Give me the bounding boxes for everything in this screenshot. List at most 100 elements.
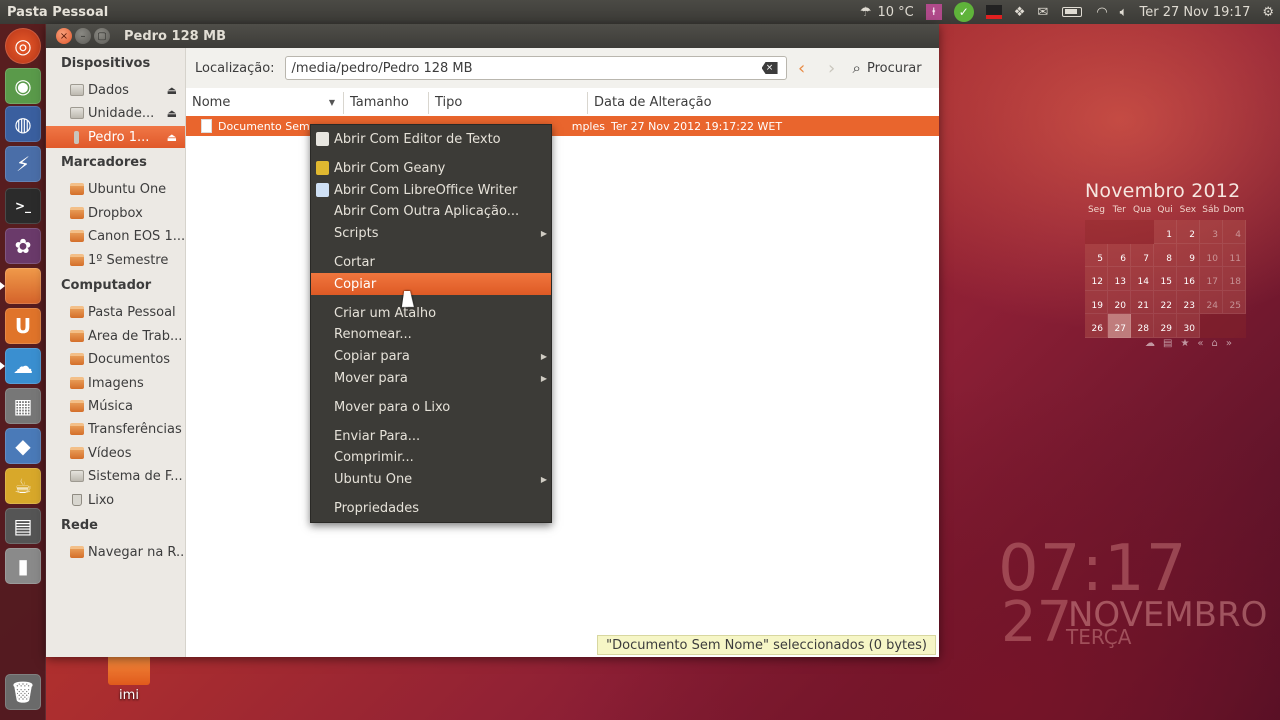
calendar-day[interactable]: 25: [1223, 290, 1246, 314]
location-input[interactable]: /media/pedro/Pedro 128 MB ×: [284, 56, 787, 80]
sidebar-item-documentos[interactable]: Documentos: [46, 348, 185, 370]
eject-icon[interactable]: ⏏: [167, 84, 177, 97]
sidebar-item-dropbox[interactable]: Dropbox: [46, 202, 185, 224]
menu-item-open-other-app[interactable]: Abrir Com Outra Aplicação...: [311, 200, 551, 222]
sidebar-item-dados[interactable]: Dados ⏏: [46, 79, 185, 101]
clock-indicator[interactable]: Ter 27 Nov 19:17: [1133, 0, 1256, 24]
wifi-icon[interactable]: ◠: [1090, 0, 1113, 24]
calendar-day[interactable]: 23: [1177, 290, 1200, 314]
recording-indicator-icon[interactable]: [985, 5, 1002, 19]
sidebar-item-area-de-trabalho[interactable]: Área de Trab...: [46, 325, 185, 347]
teapot-app-icon[interactable]: ☕: [5, 468, 41, 504]
sidebar-item-transferencias[interactable]: Transferências: [46, 418, 185, 440]
lightning-app-icon[interactable]: ⚡: [5, 146, 41, 182]
menu-item-open-libreoffice-writer[interactable]: Abrir Com LibreOffice Writer: [311, 179, 551, 201]
battery-icon[interactable]: [1062, 7, 1083, 17]
gear-icon[interactable]: ⚙: [1256, 0, 1280, 24]
column-header-name[interactable]: Nome ▼: [186, 92, 344, 114]
shotwell-icon[interactable]: ✿: [5, 228, 41, 264]
calendar-day[interactable]: 11: [1223, 243, 1246, 267]
calendar-day[interactable]: 8: [1154, 243, 1177, 267]
ubuntu-one-icon[interactable]: ☁: [5, 348, 41, 384]
back-arrow-icon[interactable]: ‹: [787, 58, 817, 79]
dash-home-icon[interactable]: ◎: [5, 28, 41, 64]
menu-item-scripts[interactable]: Scripts ▶: [311, 222, 551, 244]
firefox-icon[interactable]: ◍: [5, 106, 41, 142]
calendar-day[interactable]: 12: [1085, 267, 1108, 291]
sidebar-item-pasta-pessoal[interactable]: Pasta Pessoal: [46, 301, 185, 323]
maximize-window-button[interactable]: ▢: [94, 28, 110, 44]
volume-icon[interactable]: 🔈︎: [1114, 0, 1134, 24]
calendar-day[interactable]: 10: [1200, 243, 1223, 267]
weather-icon[interactable]: ☁: [1145, 338, 1155, 349]
menu-item-cut[interactable]: Cortar: [311, 251, 551, 273]
clear-location-icon[interactable]: ×: [761, 62, 778, 74]
menu-item-rename[interactable]: Renomear...: [311, 323, 551, 345]
file-list[interactable]: Nome ▼ Tamanho Tipo Data de Alteração Do…: [186, 88, 939, 657]
calendar-day[interactable]: 1: [1154, 220, 1177, 244]
sidebar-item-pedro[interactable]: Pedro 1... ⏏: [46, 126, 185, 148]
sidebar-item-navegar-na-rede[interactable]: Navegar na R...: [46, 541, 185, 563]
calendar-day[interactable]: 30: [1177, 314, 1200, 338]
calendar-day[interactable]: 4: [1223, 220, 1246, 244]
system-monitor-icon[interactable]: ▤: [5, 508, 41, 544]
calendar-day[interactable]: 2: [1177, 220, 1200, 244]
calendar-day[interactable]: 24: [1200, 290, 1223, 314]
chrome-icon[interactable]: ◉: [5, 68, 41, 104]
close-window-button[interactable]: ×: [56, 28, 72, 44]
app-indicator-icon[interactable]: ⱡ: [925, 4, 942, 20]
mail-icon[interactable]: ✉: [1031, 0, 1054, 24]
menu-item-move-to[interactable]: Mover para ▶: [311, 367, 551, 389]
sidebar-item-unidade[interactable]: Unidade... ⏏: [46, 102, 185, 124]
sidebar-item-lixo[interactable]: Lixo: [46, 489, 185, 511]
calendar-day[interactable]: 18: [1223, 267, 1246, 291]
sync-ok-icon[interactable]: ✓: [953, 2, 974, 22]
eject-icon[interactable]: ⏏: [167, 107, 177, 120]
file-row[interactable]: Documento Sem mples Ter 27 Nov 2012 19:1…: [186, 116, 939, 136]
home-icon[interactable]: ⌂: [1212, 338, 1218, 349]
menu-item-open-text-editor[interactable]: Abrir Com Editor de Texto: [311, 128, 551, 150]
menu-item-properties[interactable]: Propriedades: [311, 497, 551, 519]
notes-icon[interactable]: ▤: [1163, 338, 1172, 349]
calendar-day[interactable]: 19: [1085, 290, 1108, 314]
calendar-day[interactable]: 20: [1108, 290, 1131, 314]
calendar-day[interactable]: 16: [1177, 267, 1200, 291]
virtualbox-icon[interactable]: ◆: [5, 428, 41, 464]
ubuntu-software-icon[interactable]: U: [5, 308, 41, 344]
menu-item-copy[interactable]: Copiar: [311, 273, 551, 295]
menu-item-ubuntu-one[interactable]: Ubuntu One ▶: [311, 468, 551, 490]
calendar-day[interactable]: 3: [1200, 220, 1223, 244]
trash-icon[interactable]: 🗑︎: [5, 674, 41, 710]
menu-item-copy-to[interactable]: Copiar para ▶: [311, 345, 551, 367]
column-header-type[interactable]: Tipo: [429, 92, 588, 114]
calendar-day[interactable]: 7: [1131, 243, 1154, 267]
calendar-day[interactable]: 6: [1108, 243, 1131, 267]
calendar-day[interactable]: 15: [1154, 267, 1177, 291]
sidebar-item-sistema-de-ficheiros[interactable]: Sistema de F...: [46, 465, 185, 487]
files-icon[interactable]: [5, 268, 41, 304]
eject-icon[interactable]: ⏏: [167, 131, 177, 144]
dropbox-icon[interactable]: ❖: [1008, 0, 1032, 24]
sidebar-item-imagens[interactable]: Imagens: [46, 372, 185, 394]
next-month-icon[interactable]: »: [1226, 338, 1232, 349]
menu-item-open-geany[interactable]: Abrir Com Geany: [311, 157, 551, 179]
calendar-day[interactable]: 13: [1108, 267, 1131, 291]
star-icon[interactable]: ★: [1180, 338, 1189, 349]
calendar-day[interactable]: 29: [1154, 314, 1177, 338]
window-titlebar[interactable]: × – ▢ Pedro 128 MB: [46, 24, 939, 48]
sidebar-item-semestre[interactable]: 1º Semestre: [46, 249, 185, 271]
sidebar-item-canon[interactable]: Canon EOS 1...: [46, 225, 185, 247]
column-header-size[interactable]: Tamanho: [344, 92, 429, 114]
menu-item-send-to[interactable]: Enviar Para...: [311, 425, 551, 447]
calendar-day[interactable]: 14: [1131, 267, 1154, 291]
sidebar-item-musica[interactable]: Música: [46, 395, 185, 417]
menu-item-create-shortcut[interactable]: Criar um Atalho: [311, 302, 551, 324]
calendar-day[interactable]: 5: [1085, 243, 1108, 267]
column-header-modified[interactable]: Data de Alteração: [588, 92, 939, 114]
search-button[interactable]: ⌕ Procurar: [853, 59, 922, 77]
calendar-day[interactable]: 9: [1177, 243, 1200, 267]
desktop-icon[interactable]: imi: [106, 657, 152, 717]
previous-month-icon[interactable]: «: [1197, 338, 1203, 349]
calendar-day[interactable]: 22: [1154, 290, 1177, 314]
menu-item-compress[interactable]: Comprimir...: [311, 446, 551, 468]
